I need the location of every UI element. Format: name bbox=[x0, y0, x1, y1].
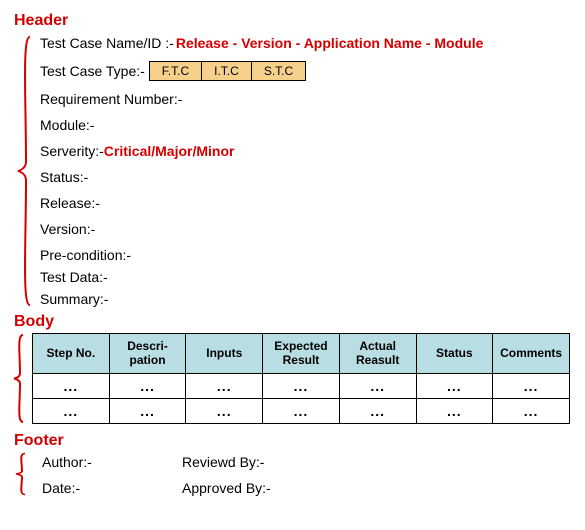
cell: ... bbox=[493, 374, 570, 399]
version-label: Version:- bbox=[40, 221, 95, 237]
table-row: ... ... ... ... ... ... ... bbox=[33, 374, 570, 399]
field-severity: Serverity:- Critical/Major/Minor bbox=[40, 143, 570, 159]
header-section: Test Case Name/ID :- Release - Version -… bbox=[10, 35, 570, 307]
cell: ... bbox=[186, 374, 263, 399]
cell: ... bbox=[263, 399, 340, 424]
requirement-label: Requirement Number:- bbox=[40, 91, 182, 107]
field-status: Status:- bbox=[40, 169, 570, 185]
cell: ... bbox=[33, 399, 110, 424]
field-precondition: Pre-condition:- bbox=[40, 247, 570, 263]
cell: ... bbox=[263, 374, 340, 399]
precondition-label: Pre-condition:- bbox=[40, 247, 131, 263]
col-status: Status bbox=[416, 334, 493, 374]
field-module: Module:- bbox=[40, 117, 570, 133]
field-release: Release:- bbox=[40, 195, 570, 211]
header-brace bbox=[16, 35, 34, 307]
cell: ... bbox=[416, 374, 493, 399]
cell: ... bbox=[339, 374, 416, 399]
body-section: Step No. Descri-pation Inputs ExpectedRe… bbox=[10, 333, 570, 424]
body-section-title: Body bbox=[14, 313, 570, 331]
severity-label: Serverity:- bbox=[40, 143, 104, 159]
field-version: Version:- bbox=[40, 221, 570, 237]
footer-section: Author:- Reviewd By:- Date:- Approved By… bbox=[10, 452, 570, 496]
summary-label: Summary:- bbox=[40, 291, 108, 307]
col-actual: ActualReasult bbox=[339, 334, 416, 374]
field-name-id: Test Case Name/ID :- Release - Version -… bbox=[40, 35, 570, 51]
col-expected: ExpectedResult bbox=[263, 334, 340, 374]
name-id-label: Test Case Name/ID :- bbox=[40, 35, 174, 51]
name-id-value: Release - Version - Application Name - M… bbox=[176, 35, 484, 51]
footer-brace bbox=[14, 452, 28, 496]
type-option-stc: S.T.C bbox=[252, 62, 305, 80]
col-comments: Comments bbox=[493, 334, 570, 374]
status-label: Status:- bbox=[40, 169, 88, 185]
table-row: ... ... ... ... ... ... ... bbox=[33, 399, 570, 424]
field-testdata: Test Data:- bbox=[40, 269, 570, 285]
field-summary: Summary:- bbox=[40, 291, 570, 307]
reviewed-label: Reviewd By:- bbox=[182, 454, 382, 470]
cell: ... bbox=[186, 399, 263, 424]
type-options: F.T.C I.T.C S.T.C bbox=[149, 61, 306, 81]
cell: ... bbox=[33, 374, 110, 399]
type-option-ftc: F.T.C bbox=[150, 62, 202, 80]
field-type: Test Case Type:- F.T.C I.T.C S.T.C bbox=[40, 61, 570, 81]
module-label: Module:- bbox=[40, 117, 94, 133]
field-requirement: Requirement Number:- bbox=[40, 91, 570, 107]
col-description: Descri-pation bbox=[109, 334, 186, 374]
body-brace bbox=[12, 333, 26, 424]
cell: ... bbox=[109, 374, 186, 399]
release-label: Release:- bbox=[40, 195, 100, 211]
footer-section-title: Footer bbox=[14, 432, 570, 450]
type-option-itc: I.T.C bbox=[202, 62, 252, 80]
author-label: Author:- bbox=[42, 454, 182, 470]
date-label: Date:- bbox=[42, 480, 182, 496]
steps-table: Step No. Descri-pation Inputs ExpectedRe… bbox=[32, 333, 570, 424]
severity-value: Critical/Major/Minor bbox=[104, 143, 235, 159]
testdata-label: Test Data:- bbox=[40, 269, 108, 285]
col-step-no: Step No. bbox=[33, 334, 110, 374]
header-section-title: Header bbox=[14, 12, 570, 30]
cell: ... bbox=[493, 399, 570, 424]
col-inputs: Inputs bbox=[186, 334, 263, 374]
cell: ... bbox=[109, 399, 186, 424]
cell: ... bbox=[416, 399, 493, 424]
type-label: Test Case Type:- bbox=[40, 63, 145, 79]
approved-label: Approved By:- bbox=[182, 480, 382, 496]
steps-header-row: Step No. Descri-pation Inputs ExpectedRe… bbox=[33, 334, 570, 374]
cell: ... bbox=[339, 399, 416, 424]
